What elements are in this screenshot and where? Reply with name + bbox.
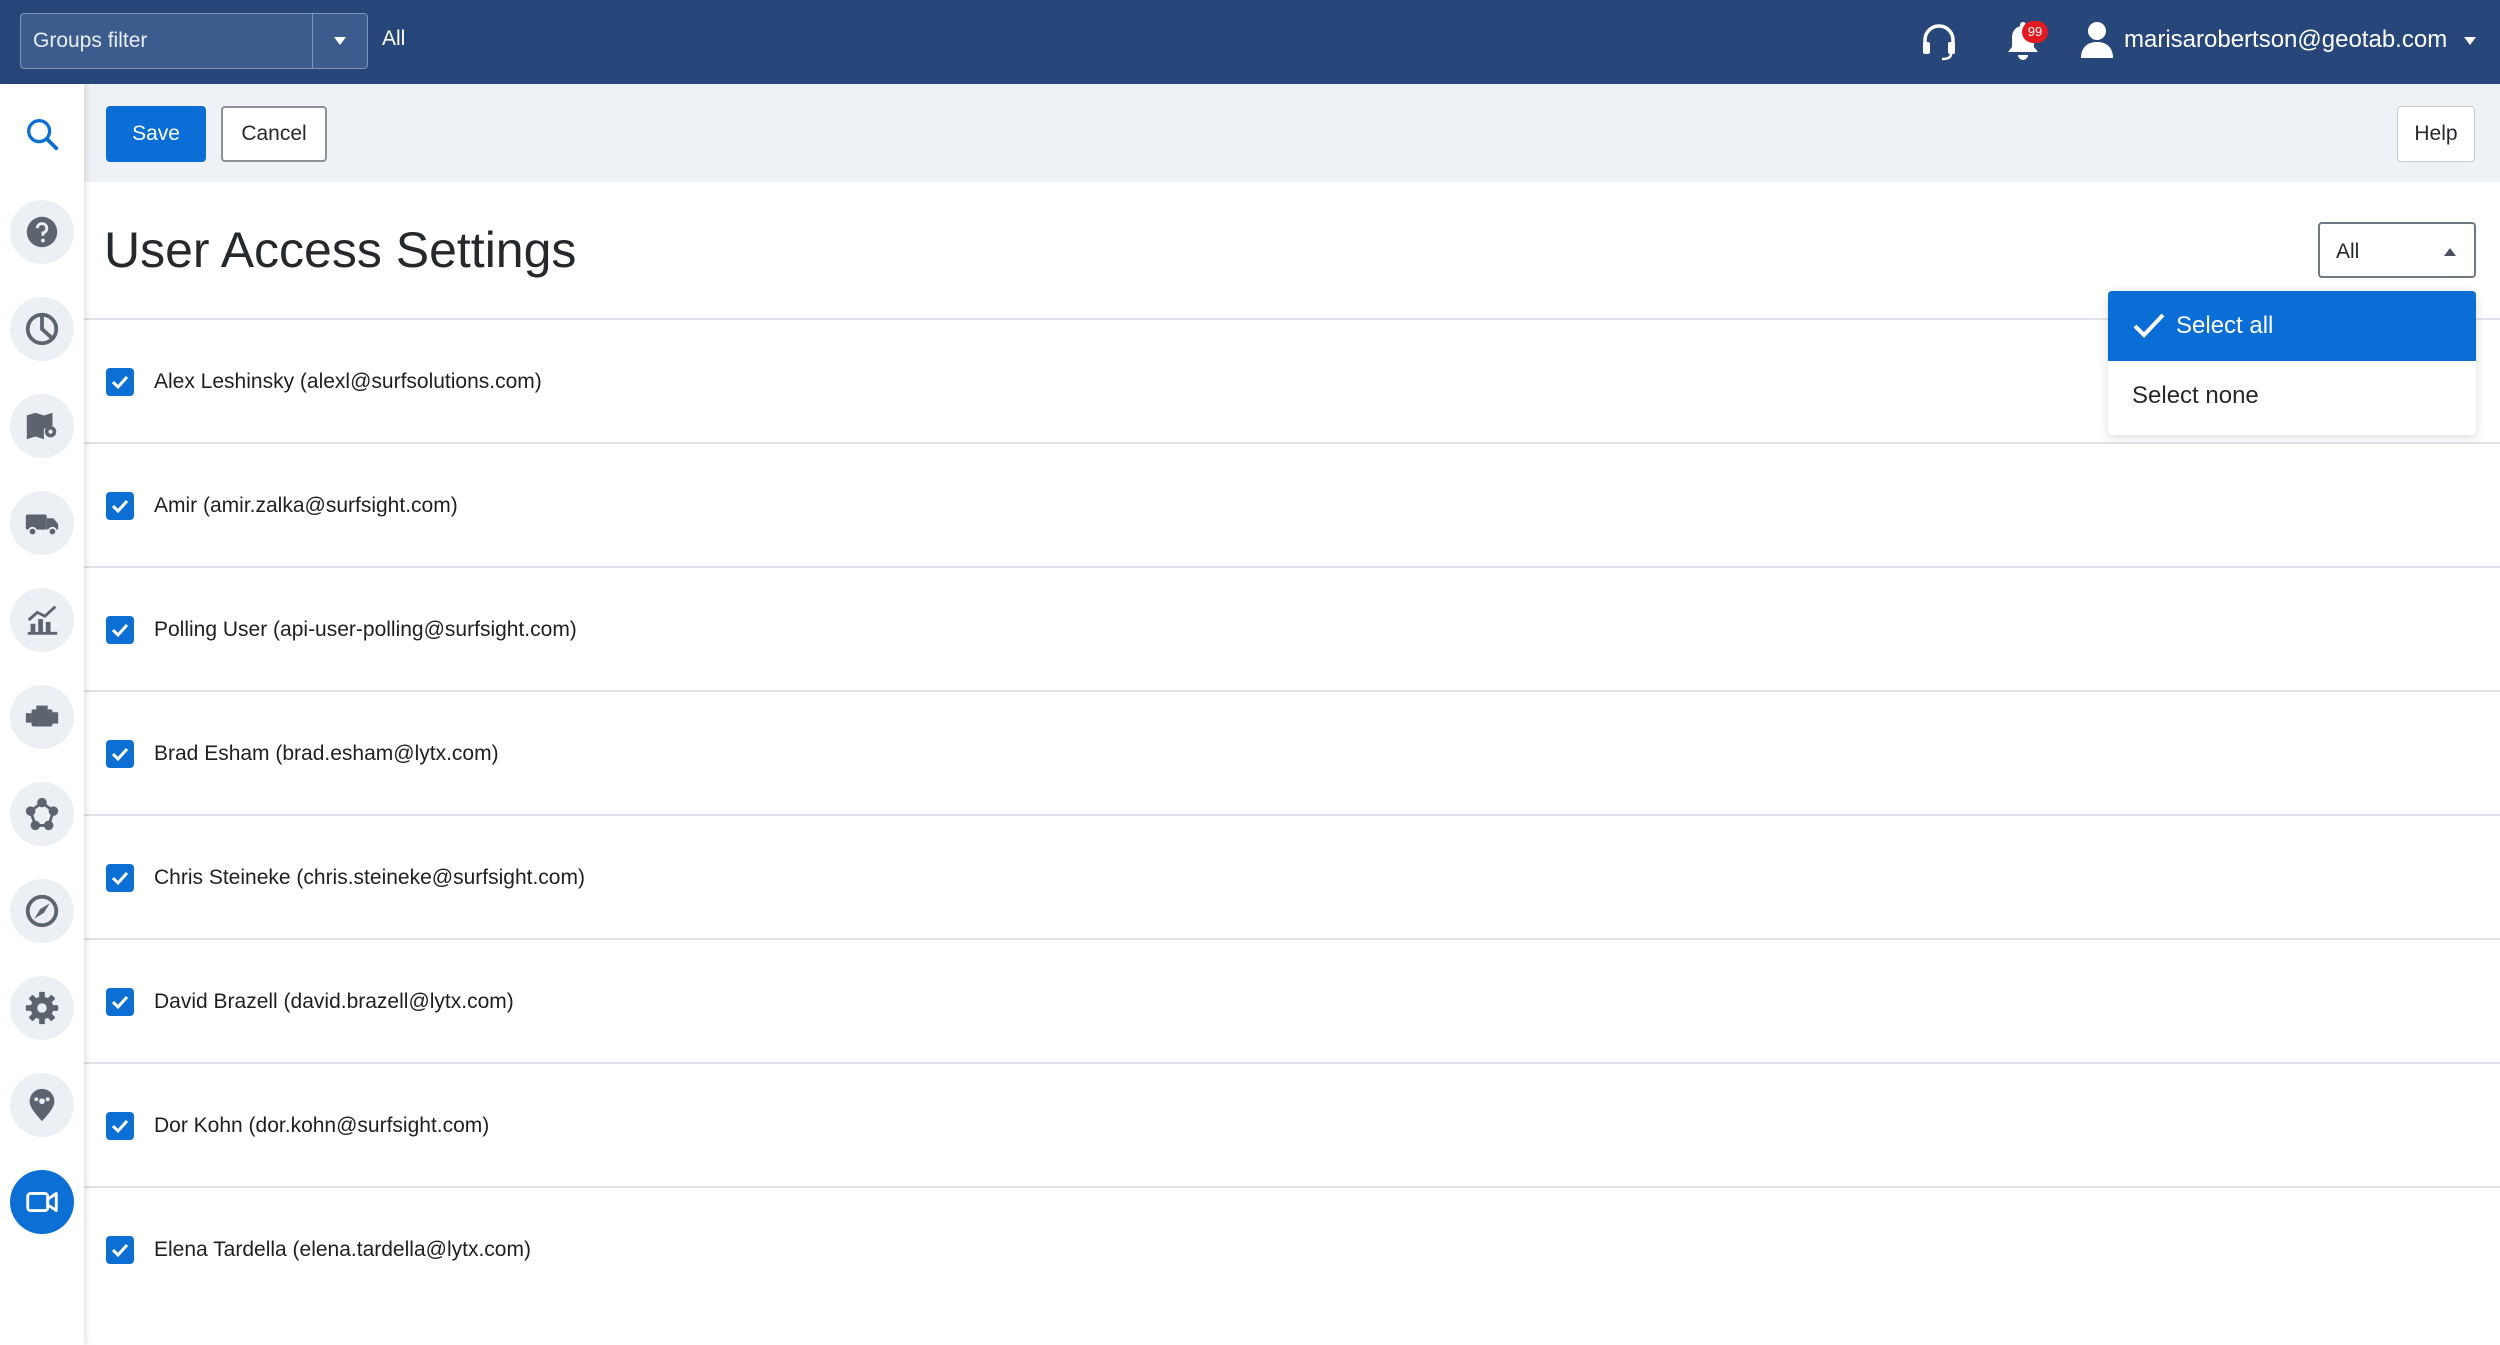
user-label: Brad Esham (brad.esham@lytx.com) — [154, 742, 499, 765]
truck-icon — [25, 514, 59, 537]
checkmark-icon — [111, 995, 129, 1010]
map-icon — [26, 412, 57, 440]
checkmark-icon — [111, 871, 129, 886]
question-icon — [26, 216, 58, 248]
page-title: User Access Settings — [104, 222, 577, 278]
caret-down-icon[interactable] — [2464, 37, 2476, 45]
help-button[interactable]: Help — [2397, 106, 2475, 162]
engine-icon — [25, 705, 59, 727]
cancel-button[interactable]: Cancel — [221, 106, 327, 162]
notification-badge: 99 — [2022, 21, 2048, 43]
user-row: Brad Esham (brad.esham@lytx.com) — [84, 692, 2500, 816]
user-checkbox[interactable] — [106, 988, 134, 1016]
headset-icon[interactable] — [1918, 20, 1960, 62]
checkmark-icon — [111, 499, 129, 514]
sidebar-item-reports[interactable] — [10, 588, 74, 652]
sidebar-item-help[interactable] — [10, 200, 74, 264]
top-bar: Groups filter All 99 marisarobertson@geo… — [0, 0, 2500, 84]
user-menu[interactable]: marisarobertson@geotab.com — [2124, 26, 2447, 54]
user-label: Amir (amir.zalka@surfsight.com) — [154, 494, 458, 517]
network-icon — [25, 797, 59, 831]
user-avatar-icon[interactable] — [2080, 20, 2114, 60]
gear-icon — [25, 991, 59, 1025]
pie-chart-icon — [25, 312, 59, 346]
save-button[interactable]: Save — [106, 106, 206, 162]
groups-filter-label: Groups filter — [33, 29, 148, 52]
chevron-down-icon — [334, 37, 346, 45]
selection-dropdown-menu: Select all Select none — [2108, 291, 2476, 435]
video-camera-icon — [26, 1192, 58, 1212]
checkmark-icon — [111, 747, 129, 762]
caret-up-icon — [2444, 248, 2456, 256]
sidebar-item-engine[interactable] — [10, 685, 74, 749]
user-label: Dor Kohn (dor.kohn@surfsight.com) — [154, 1114, 490, 1137]
user-label: Alex Leshinsky (alexl@surfsolutions.com) — [154, 370, 542, 393]
user-label: David Brazell (david.brazell@lytx.com) — [154, 990, 514, 1013]
sidebar-item-zones[interactable] — [10, 1073, 74, 1137]
groups-filter-value: All — [382, 27, 406, 50]
sidebar-item-dashboard[interactable] — [10, 297, 74, 361]
checkmark-icon — [2133, 313, 2165, 338]
user-checkbox[interactable] — [106, 864, 134, 892]
checkmark-icon — [111, 1119, 129, 1134]
user-label: Polling User (api-user-polling@surfsight… — [154, 618, 577, 641]
compass-icon — [25, 894, 59, 928]
groups-filter-dropdown[interactable]: Groups filter — [20, 13, 368, 69]
sidebar-item-map[interactable] — [10, 394, 74, 458]
sidebar-item-rules[interactable] — [10, 782, 74, 846]
toolbar: Save Cancel Help — [84, 84, 2500, 182]
location-icon — [29, 1088, 55, 1122]
sidebar-item-vehicles[interactable] — [10, 491, 74, 555]
user-row: Amir (amir.zalka@surfsight.com) — [84, 444, 2500, 568]
sidebar-item-search[interactable] — [10, 102, 74, 166]
checkmark-icon — [111, 623, 129, 638]
checkmark-icon — [111, 375, 129, 390]
user-row: Elena Tardella (elena.tardella@lytx.com) — [84, 1188, 2500, 1312]
selection-filter-value: All — [2336, 240, 2360, 263]
user-row: David Brazell (david.brazell@lytx.com) — [84, 940, 2500, 1064]
select-none-option[interactable]: Select none — [2108, 361, 2476, 431]
selection-filter-dropdown[interactable]: All — [2318, 222, 2476, 278]
user-checkbox[interactable] — [106, 1236, 134, 1264]
user-checkbox[interactable] — [106, 740, 134, 768]
select-all-option[interactable]: Select all — [2108, 291, 2476, 361]
sidebar — [0, 84, 84, 1345]
search-icon — [27, 119, 59, 151]
sidebar-item-video[interactable] — [10, 1170, 74, 1234]
sidebar-item-productivity[interactable] — [10, 879, 74, 943]
user-label: Chris Steineke (chris.steineke@surfsight… — [154, 866, 585, 889]
checkmark-icon — [111, 1243, 129, 1258]
user-row: Polling User (api-user-polling@surfsight… — [84, 568, 2500, 692]
groups-filter-toggle[interactable] — [312, 14, 367, 68]
sidebar-item-settings[interactable] — [10, 976, 74, 1040]
user-row: Chris Steineke (chris.steineke@surfsight… — [84, 816, 2500, 940]
option-label: Select all — [2176, 312, 2274, 339]
user-checkbox[interactable] — [106, 368, 134, 396]
user-checkbox[interactable] — [106, 1112, 134, 1140]
option-label: Select none — [2132, 382, 2259, 409]
user-row: Dor Kohn (dor.kohn@surfsight.com) — [84, 1064, 2500, 1188]
user-checkbox[interactable] — [106, 492, 134, 520]
user-label: Elena Tardella (elena.tardella@lytx.com) — [154, 1238, 531, 1261]
chart-icon — [27, 605, 58, 635]
user-checkbox[interactable] — [106, 616, 134, 644]
